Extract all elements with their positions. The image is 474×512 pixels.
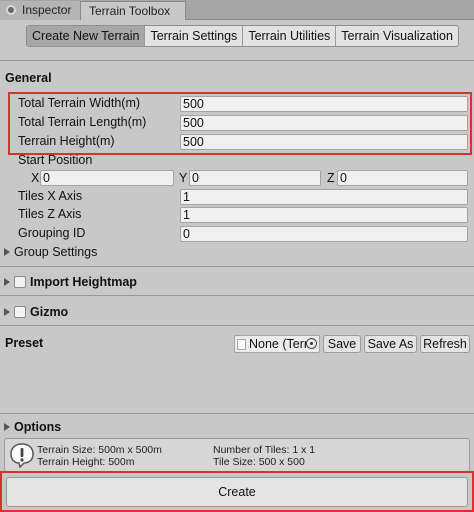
terrain-height-info: Terrain Height: 500m	[37, 456, 135, 468]
divider	[0, 413, 474, 414]
options-label: Options	[14, 420, 62, 434]
height-field[interactable]: 500	[180, 134, 468, 150]
divider	[0, 325, 474, 326]
divider	[0, 295, 474, 296]
foldout-arrow-icon	[4, 278, 10, 286]
divider	[0, 266, 474, 267]
import-heightmap-label: Import Heightmap	[30, 275, 137, 289]
warning-speech-bubble-icon	[10, 443, 34, 468]
import-heightmap-checkbox[interactable]	[14, 276, 26, 288]
width-field[interactable]: 500	[180, 96, 468, 112]
grouping-id-field[interactable]: 0	[180, 226, 468, 242]
tab-terrain-utilities[interactable]: Terrain Utilities	[243, 26, 337, 46]
tab-create-new-terrain[interactable]: Create New Terrain	[27, 26, 146, 46]
length-label: Total Terrain Length(m)	[18, 115, 147, 129]
toolbox-mode-toolbar: Create New Terrain Terrain Settings Terr…	[26, 25, 459, 47]
create-button[interactable]: Create	[6, 477, 468, 507]
preset-heading: Preset	[5, 336, 44, 350]
x-axis-label: X	[31, 171, 40, 185]
foldout-arrow-icon	[4, 423, 10, 431]
gizmo-foldout[interactable]: Gizmo	[4, 305, 68, 319]
height-label: Terrain Height(m)	[18, 134, 115, 148]
width-label: Total Terrain Width(m)	[18, 96, 141, 110]
group-settings-foldout[interactable]: Group Settings	[4, 245, 97, 259]
options-foldout[interactable]: Options	[4, 420, 61, 434]
start-x-field[interactable]: 0	[40, 170, 174, 186]
tab-terrain-visualization[interactable]: Terrain Visualization	[336, 26, 458, 46]
terrain-size-info: Terrain Size: 500m x 500m	[37, 444, 162, 456]
tile-count-info: Number of Tiles: 1 x 1	[213, 444, 316, 456]
preset-refresh-button[interactable]: Refresh	[420, 335, 470, 353]
tiles-x-field[interactable]: 1	[180, 189, 468, 205]
preset-object-field[interactable]: None (Terr	[234, 335, 320, 353]
general-heading: General	[5, 71, 52, 85]
grouping-id-label: Grouping ID	[18, 226, 86, 240]
tiles-z-field[interactable]: 1	[180, 207, 468, 223]
preset-save-as-button[interactable]: Save As	[364, 335, 417, 353]
tiles-x-label: Tiles X Axis	[18, 189, 83, 203]
y-axis-label: Y	[179, 171, 188, 185]
foldout-arrow-icon	[4, 308, 10, 316]
inspector-icon	[6, 5, 16, 15]
tab-terrain-toolbox-label: Terrain Toolbox	[89, 4, 171, 18]
divider	[0, 60, 474, 61]
preset-object-value: None (Terr	[249, 337, 309, 351]
gizmo-label: Gizmo	[30, 305, 69, 319]
z-axis-label: Z	[327, 171, 335, 185]
tab-inspector-label: Inspector	[22, 3, 72, 17]
foldout-arrow-icon	[4, 248, 10, 256]
import-heightmap-foldout[interactable]: Import Heightmap	[4, 275, 137, 289]
document-icon	[237, 339, 246, 350]
start-y-field[interactable]: 0	[189, 170, 321, 186]
tiles-z-label: Tiles Z Axis	[18, 207, 82, 221]
group-settings-label: Group Settings	[14, 245, 98, 259]
start-position-label: Start Position	[18, 153, 93, 167]
gizmo-checkbox[interactable]	[14, 306, 26, 318]
object-picker-icon[interactable]	[306, 338, 317, 349]
terrain-summary-infobox: Terrain Size: 500m x 500m Terrain Height…	[4, 438, 470, 472]
tab-inspector[interactable]: Inspector	[0, 1, 80, 20]
preset-save-button[interactable]: Save	[323, 335, 361, 353]
tab-terrain-toolbox[interactable]: Terrain Toolbox	[80, 1, 186, 20]
tile-size-info: Tile Size: 500 x 500	[213, 456, 305, 468]
window-tab-bar: Inspector Terrain Toolbox	[0, 0, 474, 20]
length-field[interactable]: 500	[180, 115, 468, 131]
start-z-field[interactable]: 0	[337, 170, 468, 186]
tab-terrain-settings[interactable]: Terrain Settings	[145, 26, 244, 46]
